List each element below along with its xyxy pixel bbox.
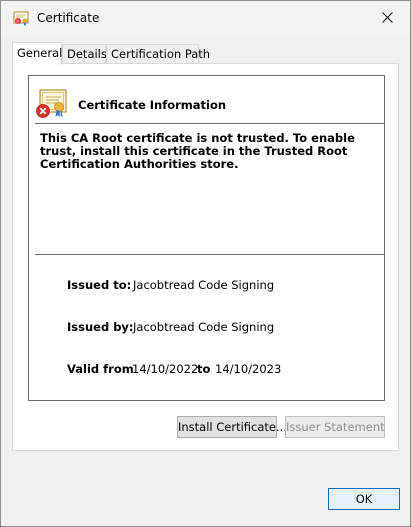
dialog-footer: OK (1, 472, 410, 526)
trust-warning-text: This CA Root certificate is not trusted.… (40, 131, 355, 171)
issuer-statement-button[interactable]: Issuer Statement (285, 416, 385, 438)
close-icon (381, 12, 393, 26)
close-button[interactable] (364, 1, 410, 37)
valid-from-value: 14/10/2022 (132, 362, 199, 376)
certificate-icon: x (13, 10, 29, 26)
divider (35, 254, 384, 255)
tab-certification-path[interactable]: Certification Path (106, 44, 210, 63)
valid-to-value: 14/10/2023 (215, 362, 282, 376)
svg-text:x: x (16, 20, 19, 25)
general-tab-panel: Certificate Information This CA Root cer… (12, 63, 399, 451)
issued-by-value: Jacobtread Code Signing (133, 320, 275, 334)
tab-general[interactable]: General (12, 42, 62, 65)
tab-details[interactable]: Details (62, 44, 107, 63)
title-bar: x Certificate (1, 1, 410, 37)
issued-to-value: Jacobtread Code Signing (133, 278, 275, 292)
issued-by-label: Issued by: (67, 320, 134, 334)
certificate-error-icon (35, 89, 69, 119)
valid-from-label: Valid from (67, 362, 134, 376)
install-certificate-button[interactable]: Install Certificate... (177, 416, 287, 438)
certificate-info-box: Certificate Information This CA Root cer… (28, 75, 385, 401)
issued-to-label: Issued to: (67, 278, 132, 292)
divider (35, 123, 384, 124)
window-title: Certificate (37, 11, 100, 25)
certificate-dialog: x Certificate General Details Certificat… (0, 0, 411, 527)
valid-to-label: to (197, 362, 211, 376)
certificate-info-heading: Certificate Information (78, 98, 227, 112)
ok-button[interactable]: OK (328, 488, 400, 510)
